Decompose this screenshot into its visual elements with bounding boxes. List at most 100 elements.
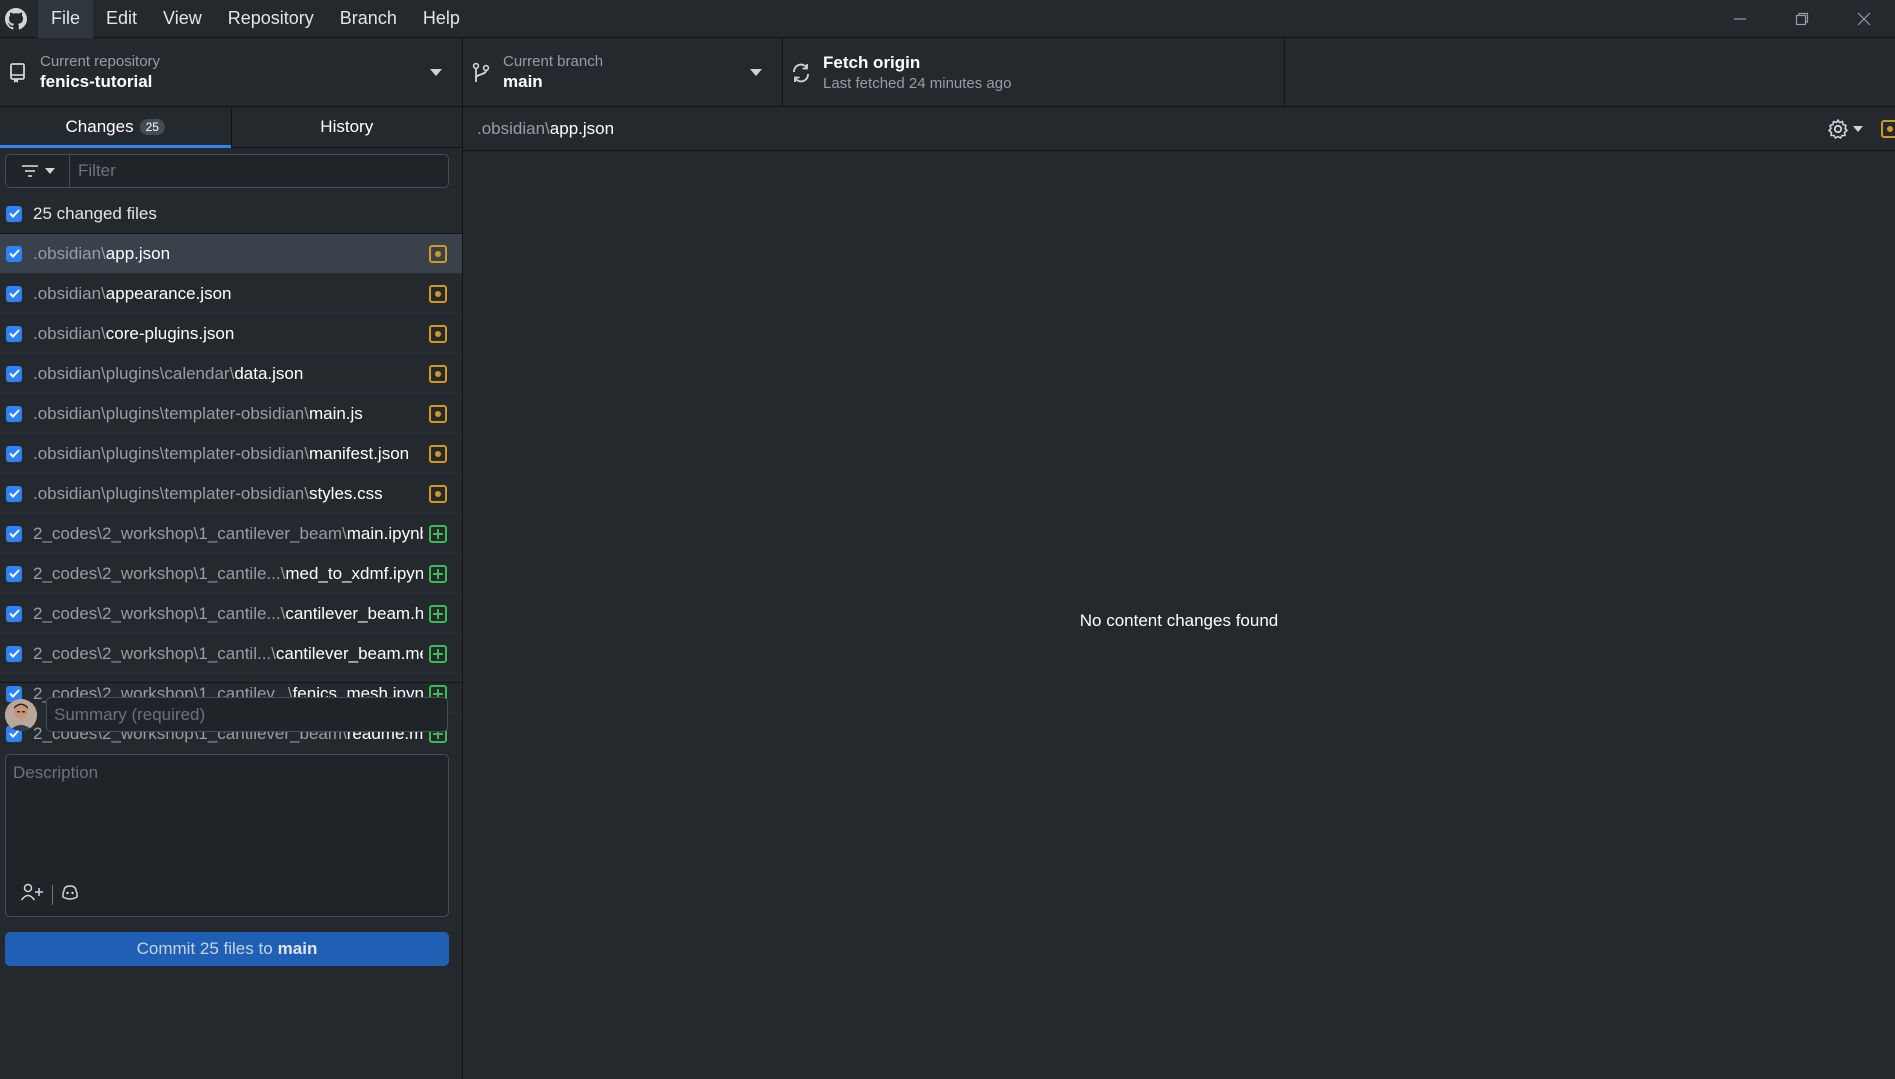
file-dir: .obsidian\ (33, 283, 106, 303)
file-checkbox[interactable] (6, 565, 22, 582)
commit-summary-input[interactable] (46, 697, 448, 732)
file-name: main.ipynb (346, 523, 423, 543)
file-dir: 2_codes\2_workshop\1_cantil...\ (33, 643, 276, 663)
file-name: data.json (234, 363, 304, 383)
commit-description-box (5, 754, 449, 917)
file-row[interactable]: 2_codes\2_workshop\1_cantile...\cantilev… (0, 594, 462, 634)
file-row[interactable]: 2_codes\2_workshop\1_cantilever_beam\mai… (0, 514, 462, 554)
file-dir: .obsidian\plugins\templater-obsidian\ (33, 443, 309, 463)
file-row[interactable]: .obsidian\core-plugins.json (0, 314, 462, 354)
changed-files-count: 25 changed files (33, 203, 157, 223)
file-checkbox[interactable] (6, 605, 22, 622)
repo-icon (2, 62, 34, 84)
file-row[interactable]: .obsidian\plugins\templater-obsidian\man… (0, 434, 462, 474)
window-controls (1709, 0, 1895, 38)
added-status-icon (429, 525, 447, 543)
file-path: .obsidian\plugins\templater-obsidian\sty… (33, 484, 423, 504)
restore-icon[interactable] (1771, 0, 1833, 38)
file-name: app.json (105, 243, 171, 263)
file-dir: 2_codes\2_workshop\1_cantile...\ (33, 563, 286, 583)
commit-description-input[interactable] (6, 755, 448, 875)
commit-button-branch: main (277, 939, 318, 958)
file-row[interactable]: .obsidian\plugins\calendar\data.json (0, 354, 462, 394)
menu-file[interactable]: File (38, 0, 94, 38)
file-name: styles.css (308, 483, 383, 503)
changes-count-badge: 25 (139, 119, 165, 135)
tab-changes[interactable]: Changes 25 (0, 107, 232, 148)
menu-bar: File Edit View Repository Branch Help (38, 0, 473, 38)
add-coauthor-icon[interactable] (20, 883, 44, 906)
filter-box (5, 154, 449, 188)
modified-status-icon (429, 245, 447, 263)
modified-status-icon (429, 485, 447, 503)
tab-history[interactable]: History (232, 107, 463, 147)
file-path: .obsidian\core-plugins.json (33, 324, 423, 344)
diff-view: .obsidian\ app.json No content changes fo… (463, 107, 1895, 1079)
file-checkbox[interactable] (6, 405, 22, 422)
file-dir: .obsidian\ (33, 323, 106, 343)
chevron-down-icon (1853, 126, 1863, 132)
menu-edit[interactable]: Edit (93, 0, 150, 38)
file-path: .obsidian\plugins\templater-obsidian\man… (33, 444, 423, 464)
sync-icon (785, 62, 817, 84)
commit-button-label: Commit 25 files to (136, 939, 273, 958)
title-bar: File Edit View Repository Branch Help (0, 0, 1895, 38)
select-all-checkbox[interactable] (6, 205, 22, 222)
modified-status-icon (1881, 120, 1895, 138)
select-all-row[interactable]: 25 changed files (0, 194, 462, 234)
filter-row (0, 148, 462, 194)
file-checkbox[interactable] (6, 525, 22, 542)
file-path: 2_codes\2_workshop\1_cantil...\cantileve… (33, 644, 423, 664)
minimize-icon[interactable] (1709, 0, 1771, 38)
file-row[interactable]: 2_codes\2_workshop\1_cantile...\med_to_x… (0, 554, 462, 594)
file-checkbox[interactable] (6, 645, 22, 662)
menu-repository[interactable]: Repository (215, 0, 327, 38)
file-dir: 2_codes\2_workshop\1_cantilever_beam\ (33, 523, 347, 543)
fetch-title: Fetch origin (823, 53, 921, 72)
chevron-down-icon (44, 168, 55, 174)
menu-view[interactable]: View (150, 0, 215, 38)
file-checkbox[interactable] (6, 325, 22, 342)
file-checkbox[interactable] (6, 365, 22, 382)
file-checkbox[interactable] (6, 285, 22, 302)
diff-file-path: .obsidian\ app.json (463, 107, 1895, 151)
commit-area: Commit 25 files to main (0, 682, 462, 972)
file-row[interactable]: .obsidian\app.json (0, 234, 462, 274)
repo-name: fenics-tutorial (40, 72, 153, 91)
sidebar-tabs: Changes 25 History (0, 107, 462, 148)
menu-help[interactable]: Help (410, 0, 473, 38)
file-path: .obsidian\plugins\templater-obsidian\mai… (33, 404, 423, 424)
file-path: .obsidian\app.json (33, 244, 423, 264)
added-status-icon (429, 605, 447, 623)
file-name: appearance.json (105, 283, 232, 303)
file-path: .obsidian\appearance.json (33, 284, 423, 304)
file-row[interactable]: .obsidian\appearance.json (0, 274, 462, 314)
file-row[interactable]: .obsidian\plugins\templater-obsidian\sty… (0, 474, 462, 514)
file-dir: 2_codes\2_workshop\1_cantile...\ (33, 603, 286, 623)
file-row[interactable]: 2_codes\2_workshop\1_cantil...\cantileve… (0, 634, 462, 674)
current-repository-button[interactable]: Current repository fenics-tutorial (0, 38, 463, 107)
divider (52, 884, 53, 905)
menu-branch[interactable]: Branch (327, 0, 410, 38)
changed-file-list: .obsidian\app.json .obsidian\appearance.j… (0, 234, 462, 753)
file-checkbox[interactable] (6, 445, 22, 462)
file-path: 2_codes\2_workshop\1_cantilever_beam\mai… (33, 524, 423, 544)
fetch-origin-button[interactable]: Fetch origin Last fetched 24 minutes ago (783, 38, 1285, 107)
diff-settings-button[interactable] (1827, 118, 1863, 140)
copilot-icon[interactable] (61, 883, 79, 906)
file-name: cantilever_beam.med (275, 643, 423, 663)
file-dir: .obsidian\plugins\templater-obsidian\ (33, 483, 309, 503)
modified-status-icon (429, 405, 447, 423)
close-icon[interactable] (1833, 0, 1895, 38)
filter-options-button[interactable] (6, 155, 70, 187)
file-checkbox[interactable] (6, 485, 22, 502)
current-branch-button[interactable]: Current branch main (463, 38, 783, 107)
commit-button[interactable]: Commit 25 files to main (5, 932, 449, 966)
branch-icon (465, 62, 497, 84)
file-row[interactable]: .obsidian\plugins\templater-obsidian\mai… (0, 394, 462, 434)
filter-input[interactable] (70, 155, 448, 187)
filter-icon (21, 165, 38, 177)
github-logo-icon (0, 0, 32, 38)
file-name: core-plugins.json (105, 323, 235, 343)
file-checkbox[interactable] (6, 245, 22, 262)
